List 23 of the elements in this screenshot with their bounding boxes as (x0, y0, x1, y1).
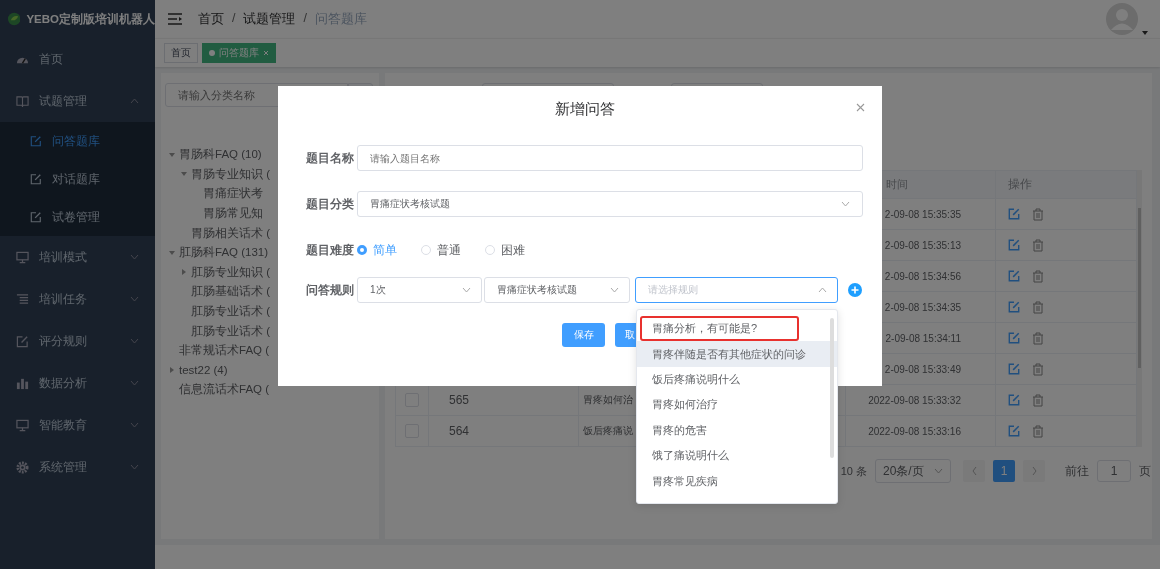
field-label: 问答规则 (306, 281, 355, 299)
table-cell: 2-09-08 15:33:49 (884, 363, 961, 375)
table-cell: 2-09-08 15:35:35 (884, 208, 961, 220)
dialog-title: 新增问答 (554, 100, 615, 117)
table-cell: 2-09-08 15:34:11 (885, 332, 961, 344)
field-label: 题目分类 (306, 195, 355, 213)
breadcrumb-separator: / (303, 10, 307, 27)
table-cell: 2-09-08 15:35:13 (884, 239, 961, 251)
table-cell: 564 (449, 424, 470, 438)
table-cell: 2022-09-08 15:33:32 (868, 394, 961, 406)
field-label: 题目难度 (306, 241, 355, 259)
goto-label: 前往 (1065, 462, 1089, 480)
table-cell: 2022-09-08 15:33:16 (868, 425, 961, 437)
breadcrumb-separator: / (232, 10, 236, 27)
table-cell: 2-09-08 15:34:35 (884, 301, 961, 313)
total-count: 10 条 (840, 463, 867, 479)
table-cell: 2-09-08 15:34:56 (884, 270, 961, 282)
table-cell: 胃疼如何治 (583, 393, 633, 407)
page-suffix: 页 (1139, 462, 1151, 480)
table-cell: 565 (449, 393, 470, 407)
field-label: 题目名称 (306, 149, 355, 167)
table-cell: 饭后疼痛说 (583, 424, 633, 438)
app-name: YEBO定制版培训机器人 (26, 11, 155, 27)
